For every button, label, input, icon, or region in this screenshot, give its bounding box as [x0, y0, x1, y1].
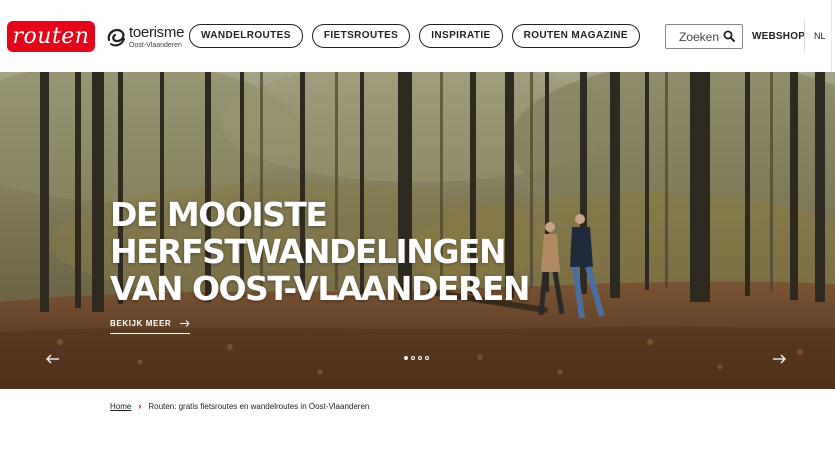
toerisme-oost-vlaanderen-logo[interactable]: toerisme Oost-Vlaanderen — [105, 24, 184, 50]
partner-name: toerisme — [129, 24, 185, 41]
slide-dot-3[interactable] — [418, 356, 422, 360]
next-slide-button[interactable] — [772, 354, 786, 364]
arrow-right-icon — [180, 320, 190, 327]
hero-banner: DE MOOISTE HERFSTWANDELINGEN VAN OOST-VL… — [0, 72, 835, 389]
nav-routen-magazine[interactable]: ROUTEN MAGAZINE — [511, 24, 640, 48]
breadcrumb-home-link[interactable]: Home — [110, 402, 131, 411]
breadcrumb: Home › Routen: gratis fietsroutes en wan… — [110, 401, 369, 411]
nav-wandelroutes[interactable]: WANDELROUTES — [189, 24, 303, 48]
search-icon — [723, 30, 735, 42]
previous-slide-button[interactable] — [46, 354, 60, 364]
hero-headline-line-1: DE MOOISTE — [110, 195, 328, 234]
slide-indicator — [404, 356, 429, 360]
nav-inspiratie[interactable]: INSPIRATIE — [419, 24, 503, 48]
slide-dot-4[interactable] — [425, 356, 429, 360]
breadcrumb-current: Routen: gratis fietsroutes en wandelrout… — [148, 401, 370, 411]
header-divider — [804, 20, 805, 52]
header-edge-divider — [831, 0, 832, 72]
slide-dot-2[interactable] — [411, 356, 415, 360]
partner-region: Oost-Vlaanderen — [129, 42, 182, 49]
bekijk-meer-link[interactable]: BEKIJK MEER — [110, 319, 191, 334]
webshop-link[interactable]: WEBSHOP — [752, 31, 805, 42]
main-navigation: WANDELROUTES FIETSROUTES INSPIRATIE ROUT… — [189, 24, 640, 48]
chevron-right-icon: › — [138, 401, 142, 411]
search-label: Zoeken — [679, 29, 720, 44]
slide-dot-1[interactable] — [404, 356, 408, 360]
hero-headline-line-2: HERFSTWANDELINGEN — [110, 232, 507, 271]
nav-fietsroutes[interactable]: FIETSROUTES — [311, 24, 411, 48]
toerisme-swirl-icon — [107, 28, 125, 47]
hero-headline: DE MOOISTE HERFSTWANDELINGEN VAN OOST-VL… — [110, 195, 531, 308]
language-selector[interactable]: NL — [814, 31, 826, 41]
cta-label: BEKIJK MEER — [110, 319, 172, 328]
site-header: routen toerisme Oost-Vlaanderen WANDELRO… — [0, 0, 835, 72]
routen-logo[interactable]: routen — [7, 21, 95, 52]
hero-headline-line-3: VAN OOST-VLAANDEREN — [110, 269, 531, 308]
search-button[interactable]: Zoeken — [665, 24, 743, 49]
